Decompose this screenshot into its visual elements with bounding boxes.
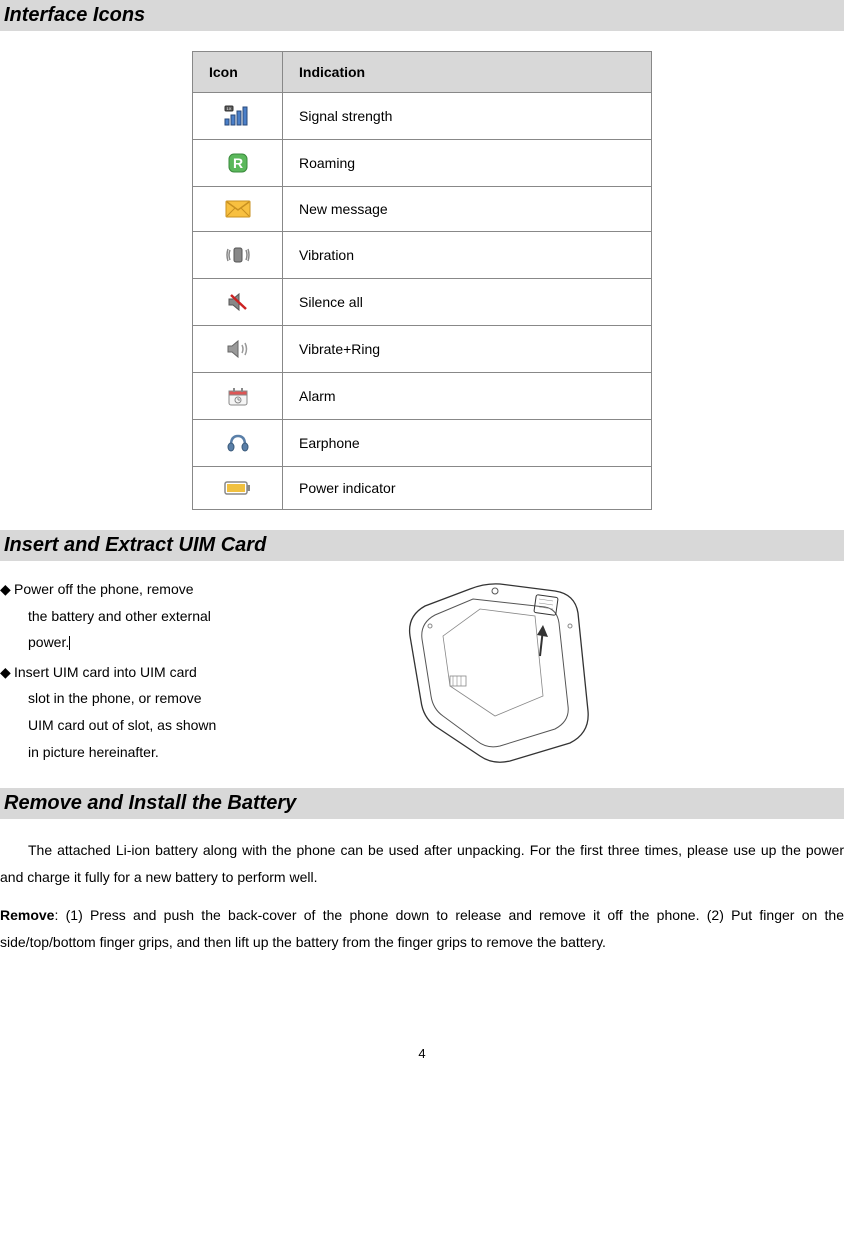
table-row: Vibration [193,232,652,279]
svg-text:R: R [232,155,242,171]
table-row: 1X Signal strength [193,93,652,140]
power-indicator-icon [193,467,283,510]
indication-cell: Power indicator [283,467,652,510]
bullet-line: power. [0,634,70,650]
page-number: 4 [0,1046,844,1061]
new-message-icon [193,187,283,232]
icons-table: Icon Indication 1X Signal strength [192,51,652,510]
bullet-line: Power off the phone, remove [14,581,194,597]
bullet-line: the battery and other external [0,608,211,624]
bullet-line: UIM card out of slot, as shown [0,717,216,733]
header-indication: Indication [283,52,652,93]
insert-uim-heading: Insert and Extract UIM Card [0,530,844,561]
table-row: R Roaming [193,140,652,187]
header-icon: Icon [193,52,283,93]
battery-para2: Remove: (1) Press and push the back-cove… [0,902,844,955]
bullet-marker: ◆ [0,576,14,603]
vibrate-ring-icon [193,326,283,373]
table-header-row: Icon Indication [193,52,652,93]
battery-heading: Remove and Install the Battery [0,788,844,819]
indication-cell: Signal strength [283,93,652,140]
indication-cell: Vibration [283,232,652,279]
indication-cell: New message [283,187,652,232]
indication-cell: Vibrate+Ring [283,326,652,373]
table-row: Vibrate+Ring [193,326,652,373]
bullet-marker: ◆ [0,659,14,686]
uim-text: ◆Power off the phone, remove the battery… [0,576,226,768]
table-row: Power indicator [193,467,652,510]
silence-all-icon [193,279,283,326]
battery-text: The attached Li-ion battery along with t… [0,837,844,955]
indication-cell: Alarm [283,373,652,420]
indication-cell: Earphone [283,420,652,467]
table-row: New message [193,187,652,232]
svg-text:1X: 1X [226,106,231,111]
battery-para1: The attached Li-ion battery along with t… [0,837,844,890]
alarm-icon [193,373,283,420]
signal-strength-icon: 1X [193,93,283,140]
indication-cell: Silence all [283,279,652,326]
interface-icons-heading: Interface Icons [0,0,844,31]
indication-cell: Roaming [283,140,652,187]
bullet-line: slot in the phone, or remove [0,690,202,706]
remove-text: : (1) Press and push the back-cover of t… [0,907,844,950]
table-row: Earphone [193,420,652,467]
table-row: Alarm [193,373,652,420]
uim-section: ◆Power off the phone, remove the battery… [0,576,844,768]
bullet-line: Insert UIM card into UIM card [14,664,197,680]
vibration-icon [193,232,283,279]
bullet-item: ◆Insert UIM card into UIM card slot in t… [0,659,216,765]
table-row: Silence all [193,279,652,326]
bullet-line: in picture hereinafter. [0,744,159,760]
earphone-icon [193,420,283,467]
roaming-icon: R [193,140,283,187]
phone-illustration [226,576,844,766]
bullet-item: ◆Power off the phone, remove the battery… [0,576,216,656]
remove-label: Remove [0,907,54,923]
